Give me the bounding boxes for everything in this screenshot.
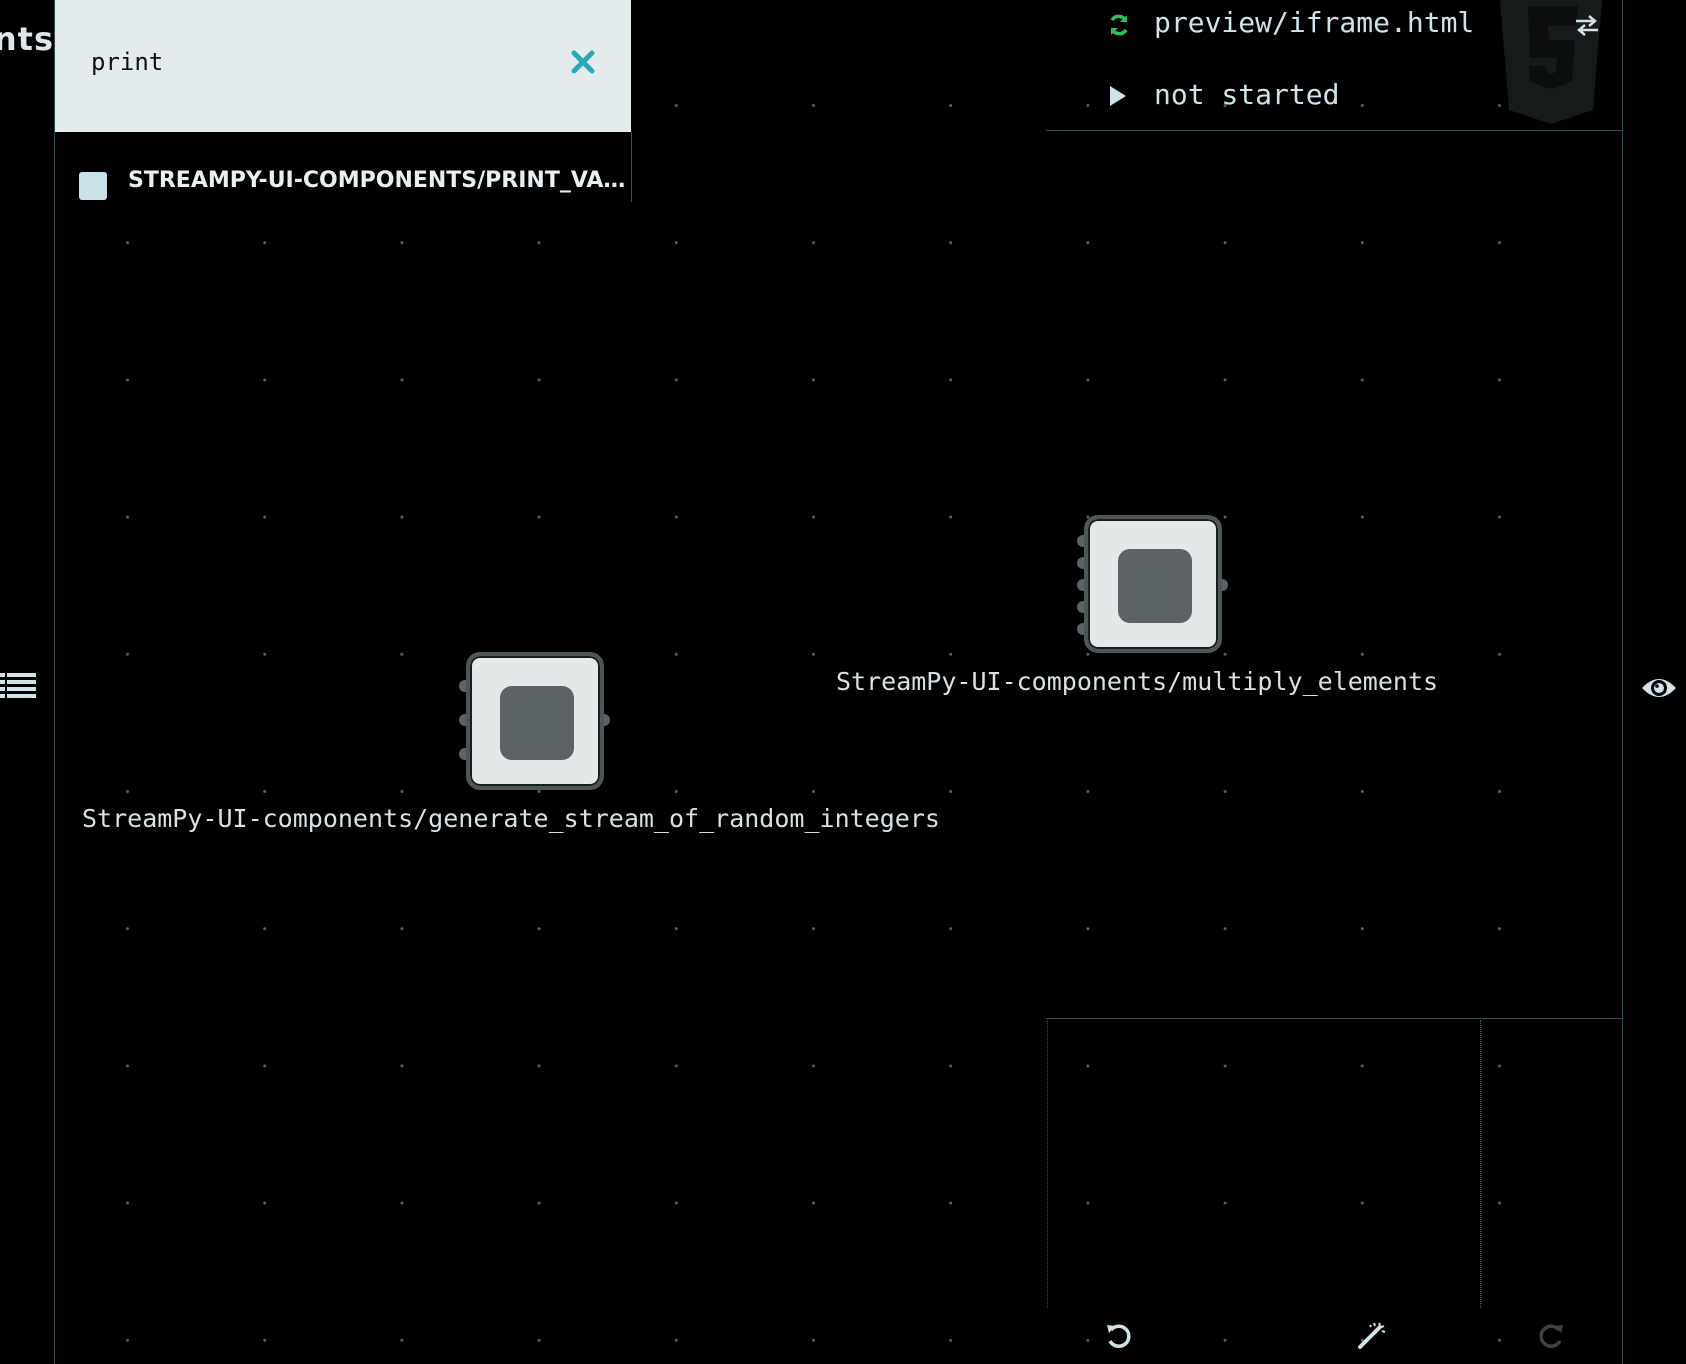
node-multiply-elements[interactable] — [1077, 515, 1228, 655]
play-icon[interactable] — [1108, 84, 1128, 108]
list-icon[interactable] — [0, 671, 36, 701]
node-body — [1084, 515, 1222, 653]
result-color-swatch — [79, 172, 107, 200]
search-result-label: STREAMPY-UI-COMPONENTS/PRINT_VALU… — [128, 168, 628, 193]
search-result-item[interactable]: STREAMPY-UI-COMPONENTS/PRINT_VALU… — [55, 166, 631, 206]
node-inner-square — [500, 686, 574, 760]
right-panel-border — [1622, 0, 1623, 1364]
console-margin-line — [1047, 1020, 1048, 1308]
refresh-icon[interactable] — [1108, 12, 1130, 38]
app-root: nts print STREAMPY-UI-COMPONENTS/PRINT_V… — [0, 0, 1686, 1364]
node-label: StreamPy-UI-components/generate_stream_o… — [82, 804, 940, 833]
node-inner-square — [1118, 549, 1192, 623]
undo-icon[interactable] — [1104, 1321, 1134, 1351]
search-panel — [55, 0, 631, 132]
node-body — [466, 652, 604, 790]
search-results: STREAMPY-UI-COMPONENTS/PRINT_VALU… — [55, 132, 632, 202]
search-input[interactable] — [91, 44, 531, 80]
console-guide-line — [1480, 1020, 1481, 1308]
preview-path[interactable]: preview/iframe.html — [1154, 6, 1474, 39]
swap-icon[interactable] — [1574, 12, 1600, 38]
magic-wand-icon[interactable] — [1356, 1321, 1386, 1351]
node-generate-stream[interactable] — [459, 652, 610, 792]
console-divider — [1046, 1018, 1622, 1019]
eye-icon[interactable] — [1640, 672, 1678, 704]
node-label: StreamPy-UI-components/multiply_elements — [836, 667, 1439, 696]
close-icon[interactable] — [565, 44, 601, 80]
redo-icon[interactable] — [1536, 1321, 1566, 1351]
left-panel-title: nts — [0, 20, 54, 58]
preview-divider — [1046, 130, 1622, 131]
run-status: not started — [1154, 78, 1340, 111]
